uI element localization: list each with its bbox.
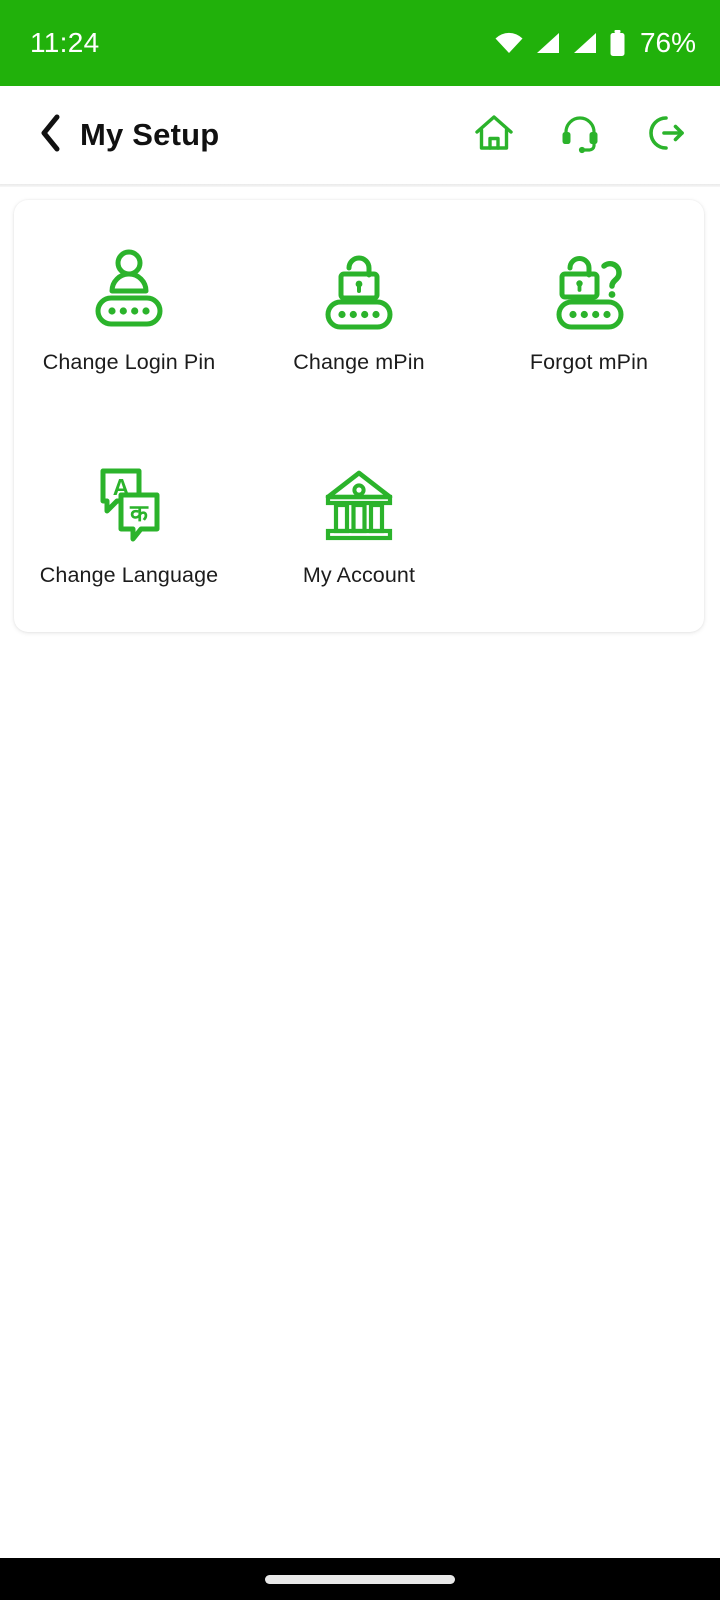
tile-label: Change Login Pin	[42, 350, 216, 374]
user-pin-icon	[81, 240, 177, 332]
tile-label: Forgot mPin	[529, 350, 649, 374]
tile-forgot-mpin[interactable]: Forgot mPin	[474, 232, 704, 375]
logout-icon	[644, 111, 688, 160]
svg-text:क: क	[129, 501, 149, 527]
chevron-left-icon	[38, 113, 64, 158]
back-button[interactable]	[34, 112, 68, 158]
content-area: Change Login Pin Change mPin Forgot mPin…	[0, 187, 720, 1600]
tile-label: Change Language	[39, 563, 219, 587]
tile-my-account[interactable]: My Account	[244, 445, 474, 588]
system-navigation-bar	[0, 1558, 720, 1600]
tile-placeholder	[474, 445, 704, 453]
battery-percent-label: 76%	[639, 27, 696, 58]
status-bar-icons: 76%	[494, 27, 696, 59]
tile-change-mpin[interactable]: Change mPin	[244, 232, 474, 375]
tile-label: My Account	[302, 563, 416, 587]
home-gesture-pill[interactable]	[265, 1574, 455, 1584]
wifi-icon	[494, 31, 524, 55]
status-bar-clock: 11:24	[30, 27, 100, 58]
home-icon	[472, 111, 516, 160]
setup-options-row: Change Login Pin Change mPin Forgot mPin	[14, 232, 704, 375]
page-title: My Setup	[80, 117, 220, 152]
home-button[interactable]	[470, 111, 518, 159]
setup-options-row: A क Change Language My Account	[14, 445, 704, 588]
tile-change-language[interactable]: A क Change Language	[14, 445, 244, 588]
headset-icon	[558, 111, 602, 160]
tile-change-login-pin[interactable]: Change Login Pin	[14, 232, 244, 375]
setup-options-card: Change Login Pin Change mPin Forgot mPin…	[14, 200, 704, 632]
translate-icon: A क	[81, 453, 177, 545]
battery-icon	[609, 29, 626, 57]
bank-icon	[311, 453, 407, 545]
tile-label: Change mPin	[293, 350, 425, 374]
app-bar: My Setup	[0, 86, 720, 184]
status-bar: 11:24 76%	[0, 0, 720, 86]
signal-icon	[535, 31, 561, 55]
signal-icon	[572, 31, 598, 55]
app-screen: 11:24 76% My Setup Change Login Pin Chan…	[0, 0, 720, 1600]
logout-button[interactable]	[642, 111, 690, 159]
app-bar-actions	[470, 111, 690, 159]
lock-pin-icon	[311, 240, 407, 332]
lock-question-pin-icon	[539, 240, 639, 332]
support-button[interactable]	[556, 111, 604, 159]
